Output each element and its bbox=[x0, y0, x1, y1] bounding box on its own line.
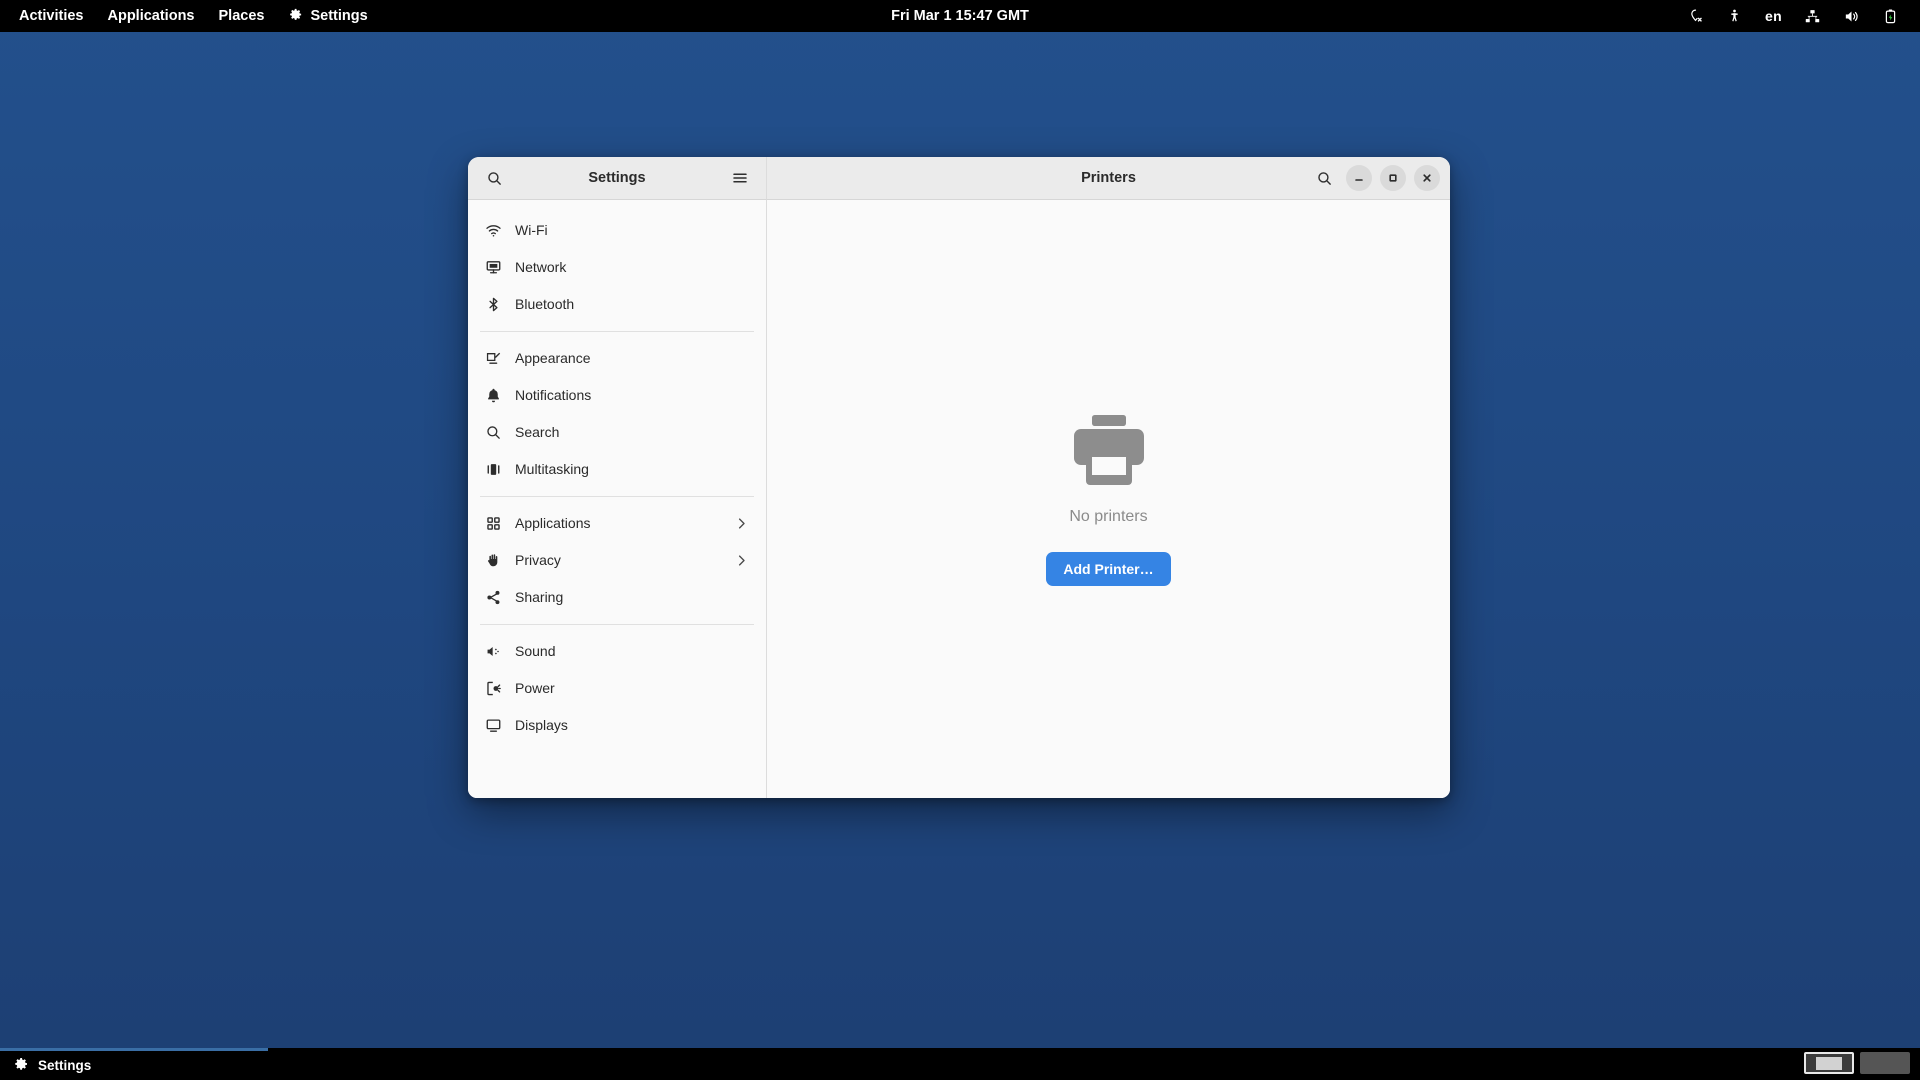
power-icon bbox=[485, 680, 502, 697]
settings-window: Settings Printers Wi-Fi Network Bluetoot… bbox=[468, 157, 1450, 798]
sidebar-group-network: Wi-Fi Network Bluetooth bbox=[468, 207, 766, 328]
wifi-icon bbox=[485, 222, 502, 239]
network-wired-icon[interactable] bbox=[1793, 0, 1832, 32]
sidebar-item-label: Network bbox=[515, 259, 567, 275]
top-panel-left: Activities Applications Places Settings bbox=[0, 0, 380, 32]
sidebar-item-search[interactable]: Search bbox=[476, 414, 758, 450]
sidebar-item-privacy[interactable]: Privacy bbox=[476, 542, 758, 578]
chevron-right-icon bbox=[734, 553, 749, 568]
sidebar-item-wifi[interactable]: Wi-Fi bbox=[476, 212, 758, 248]
sidebar-group-personalization: Appearance Notifications Search Multitas… bbox=[468, 335, 766, 493]
bluetooth-icon bbox=[485, 296, 502, 313]
hand-icon bbox=[485, 552, 502, 569]
desktop: Activities Applications Places Settings … bbox=[0, 0, 1920, 1080]
sound-icon bbox=[485, 643, 502, 660]
taskbar: Settings bbox=[0, 1048, 1920, 1080]
top-panel: Activities Applications Places Settings … bbox=[0, 0, 1920, 32]
empty-state-title: No printers bbox=[1069, 507, 1148, 525]
sidebar-item-label: Power bbox=[515, 680, 555, 696]
sidebar-item-bluetooth[interactable]: Bluetooth bbox=[476, 286, 758, 322]
sidebar-item-label: Sound bbox=[515, 643, 556, 659]
sidebar-item-sound[interactable]: Sound bbox=[476, 633, 758, 669]
sidebar-item-label: Bluetooth bbox=[515, 296, 575, 312]
add-printer-button[interactable]: Add Printer… bbox=[1046, 551, 1171, 586]
location-disabled-icon[interactable] bbox=[1676, 0, 1715, 32]
hamburger-menu-icon[interactable] bbox=[726, 164, 754, 192]
taskbar-window-label: Settings bbox=[38, 1058, 92, 1073]
sidebar-separator bbox=[480, 331, 754, 332]
printer-icon bbox=[1066, 413, 1152, 494]
places-menu[interactable]: Places bbox=[207, 0, 277, 32]
taskbar-window-settings[interactable]: Settings bbox=[0, 1051, 104, 1080]
taskbar-active-accent bbox=[0, 1048, 268, 1051]
sidebar-item-power[interactable]: Power bbox=[476, 670, 758, 706]
sidebar-item-label: Privacy bbox=[515, 552, 561, 568]
content-headerbar: Printers bbox=[767, 157, 1450, 200]
sidebar-item-appearance[interactable]: Appearance bbox=[476, 340, 758, 376]
battery-charging-icon[interactable] bbox=[1871, 0, 1910, 32]
sidebar-item-label: Appearance bbox=[515, 350, 591, 366]
clock[interactable]: Fri Mar 1 15:47 GMT bbox=[810, 8, 1110, 24]
sidebar-item-label: Applications bbox=[515, 515, 591, 531]
sidebar-separator bbox=[480, 496, 754, 497]
multitasking-icon bbox=[485, 461, 502, 478]
window-controls bbox=[1310, 164, 1440, 192]
sidebar-group-hardware: Sound Power Displays bbox=[468, 628, 766, 749]
applications-label: Applications bbox=[107, 8, 195, 24]
sidebar-separator bbox=[480, 624, 754, 625]
workspace-window-thumbnail bbox=[1816, 1056, 1842, 1070]
sidebar-item-network[interactable]: Network bbox=[476, 249, 758, 285]
activities-button[interactable]: Activities bbox=[7, 0, 95, 32]
sidebar-title: Settings bbox=[588, 170, 646, 186]
sidebar-item-multitasking[interactable]: Multitasking bbox=[476, 451, 758, 487]
workspace-2[interactable] bbox=[1860, 1052, 1910, 1074]
sidebar-item-label: Displays bbox=[515, 717, 568, 733]
volume-icon[interactable] bbox=[1832, 0, 1871, 32]
settings-app-menu[interactable]: Settings bbox=[276, 0, 379, 32]
sidebar-headerbar: Settings bbox=[468, 157, 767, 200]
network-icon bbox=[485, 259, 502, 276]
printers-content-area: No printers Add Printer… bbox=[767, 200, 1450, 798]
sidebar-item-label: Search bbox=[515, 424, 560, 440]
sidebar-item-notifications[interactable]: Notifications bbox=[476, 377, 758, 413]
sidebar-item-label: Multitasking bbox=[515, 461, 589, 477]
search-icon bbox=[485, 424, 502, 441]
sidebar-item-applications[interactable]: Applications bbox=[476, 505, 758, 541]
search-icon[interactable] bbox=[1310, 164, 1338, 192]
sidebar-item-label: Sharing bbox=[515, 589, 564, 605]
appearance-icon bbox=[485, 350, 502, 367]
places-label: Places bbox=[218, 8, 265, 24]
search-icon[interactable] bbox=[480, 164, 508, 192]
display-icon bbox=[485, 717, 502, 734]
minimize-button[interactable] bbox=[1346, 165, 1372, 191]
bell-icon bbox=[485, 387, 502, 404]
close-button[interactable] bbox=[1414, 165, 1440, 191]
settings-sidebar[interactable]: Wi-Fi Network Bluetooth Appearance Notif… bbox=[468, 200, 767, 798]
accessibility-icon[interactable] bbox=[1715, 0, 1754, 32]
gear-icon bbox=[288, 7, 303, 26]
maximize-button[interactable] bbox=[1380, 165, 1406, 191]
chevron-right-icon bbox=[734, 516, 749, 531]
sidebar-item-label: Notifications bbox=[515, 387, 592, 403]
applications-menu[interactable]: Applications bbox=[95, 0, 206, 32]
share-icon bbox=[485, 589, 502, 606]
window-headerbars: Settings Printers bbox=[468, 157, 1450, 200]
activities-label: Activities bbox=[19, 8, 84, 24]
settings-menu-label: Settings bbox=[310, 8, 368, 24]
window-body: Wi-Fi Network Bluetooth Appearance Notif… bbox=[468, 200, 1450, 798]
sidebar-item-sharing[interactable]: Sharing bbox=[476, 579, 758, 615]
gear-icon bbox=[13, 1056, 29, 1075]
workspace-switcher bbox=[1804, 1052, 1910, 1074]
grid-icon bbox=[485, 515, 502, 532]
sidebar-item-label: Wi-Fi bbox=[515, 222, 548, 238]
sidebar-group-apps-privacy: Applications Privacy Sharing bbox=[468, 500, 766, 621]
system-tray: en bbox=[1676, 0, 1910, 32]
keyboard-layout-indicator[interactable]: en bbox=[1754, 0, 1793, 32]
sidebar-item-displays[interactable]: Displays bbox=[476, 707, 758, 743]
workspace-1[interactable] bbox=[1804, 1052, 1854, 1074]
